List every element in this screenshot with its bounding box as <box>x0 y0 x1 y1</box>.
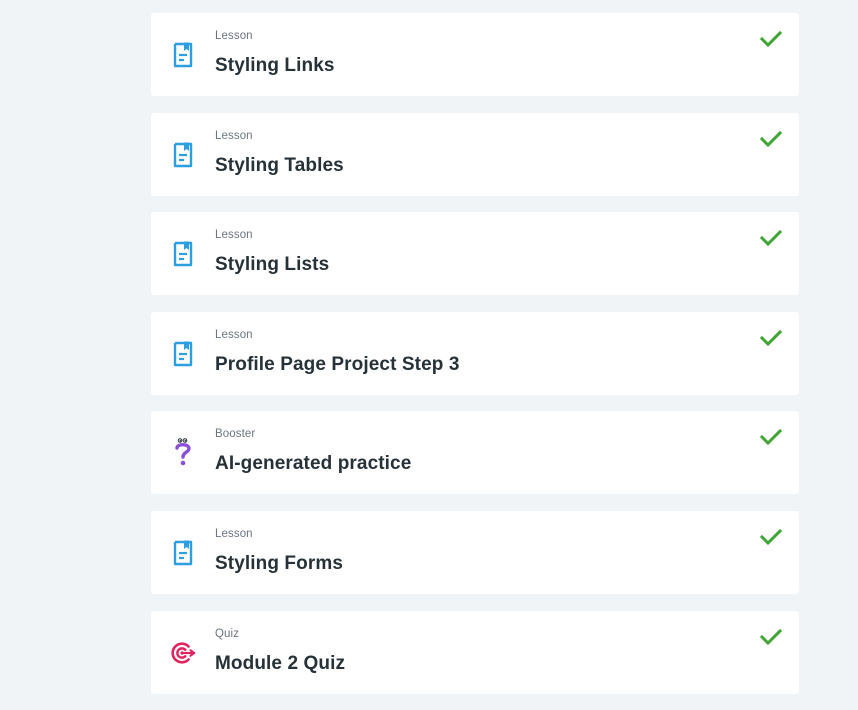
item-type-label: Lesson <box>215 328 253 341</box>
lesson-document-icon <box>170 40 196 70</box>
item-title: AI-generated practice <box>215 453 412 475</box>
item-title: Styling Tables <box>215 154 344 176</box>
item-type-label: Lesson <box>215 527 253 540</box>
module-item[interactable]: Booster AI-generated practice <box>151 411 799 495</box>
lesson-document-icon <box>170 538 196 568</box>
booster-question-icon <box>170 438 196 468</box>
module-item[interactable]: Quiz Module 2 Quiz <box>151 610 799 694</box>
item-title: Module 2 Quiz <box>215 652 346 674</box>
module-item[interactable]: Lesson Styling Forms <box>151 510 799 594</box>
module-item[interactable]: Lesson Styling Tables <box>151 112 799 196</box>
check-icon <box>760 528 782 546</box>
quiz-target-icon <box>170 638 196 668</box>
lesson-document-icon <box>170 239 196 269</box>
check-icon <box>760 429 782 446</box>
item-title: Styling Links <box>215 55 335 76</box>
module-item[interactable]: Lesson Styling Lists <box>151 212 799 296</box>
module-item-list: Lesson Styling Links Lesson Styling Tabl… <box>151 13 799 710</box>
item-title: Styling Lists <box>215 254 330 276</box>
check-icon <box>760 30 782 48</box>
lesson-document-icon <box>170 339 196 369</box>
item-title: Styling Forms <box>215 552 343 574</box>
item-title: Profile Page Project Step 3 <box>215 353 460 375</box>
check-icon <box>760 130 782 147</box>
item-type-label: Lesson <box>215 129 253 142</box>
check-icon <box>760 329 782 346</box>
item-type-label: Lesson <box>215 30 253 42</box>
item-type-label: Quiz <box>215 627 240 640</box>
module-item[interactable]: Lesson Styling Links <box>151 13 799 96</box>
check-icon <box>760 628 782 645</box>
check-icon <box>760 230 782 247</box>
module-item[interactable]: Lesson Profile Page Project Step 3 <box>151 311 799 395</box>
item-type-label: Lesson <box>215 229 253 242</box>
item-type-label: Booster <box>215 428 256 441</box>
lesson-document-icon <box>170 140 196 170</box>
